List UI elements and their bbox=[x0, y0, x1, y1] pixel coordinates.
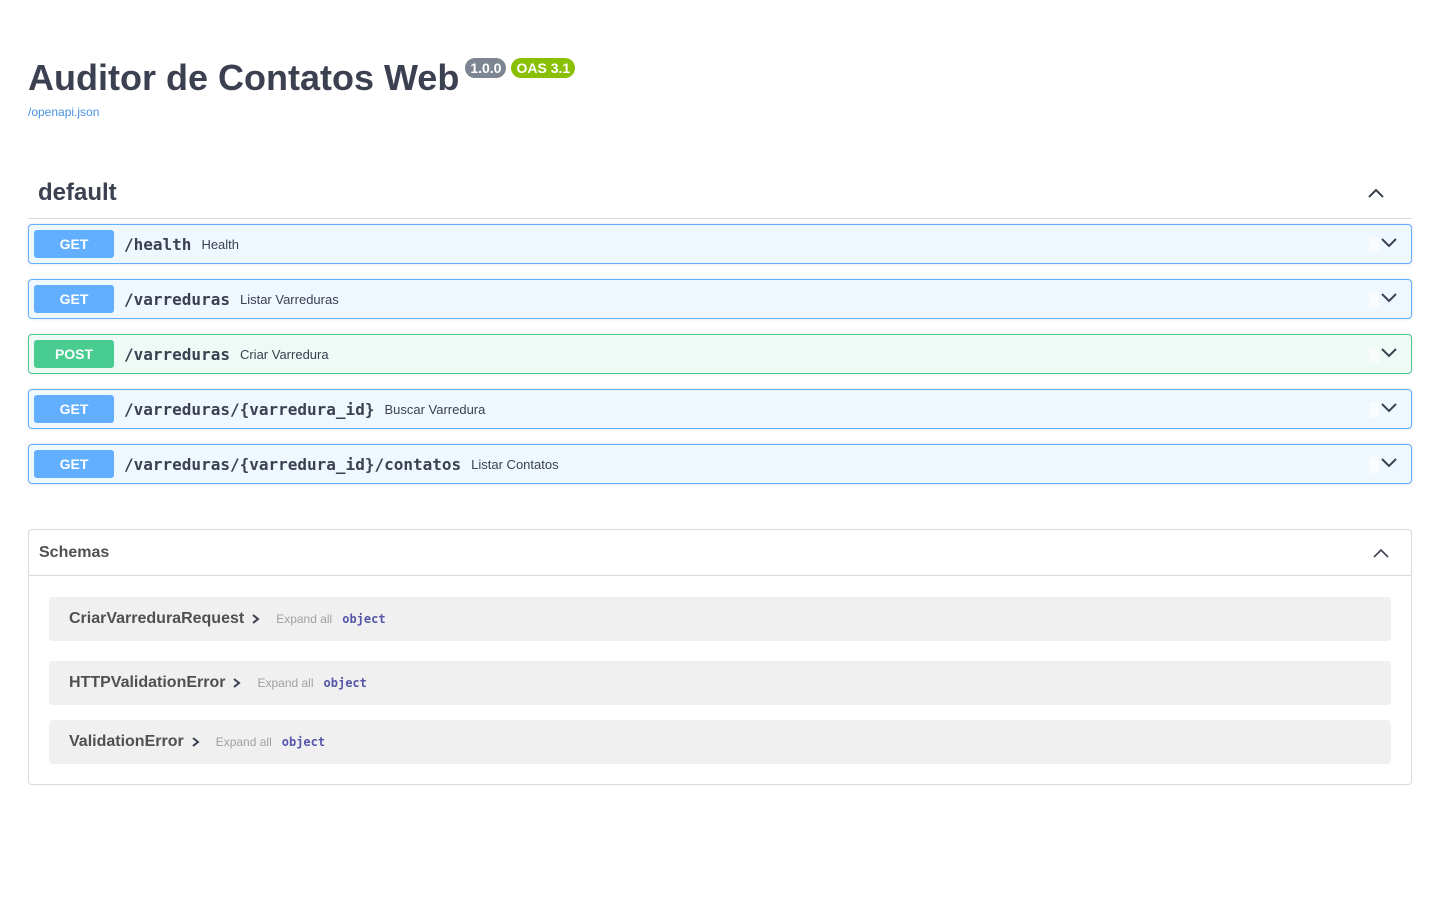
operation-summary: Listar Contatos bbox=[471, 456, 559, 472]
schemas-header[interactable]: Schemas bbox=[29, 530, 1411, 576]
operation-path: /varreduras/{varredura_id}/contatos bbox=[124, 454, 462, 474]
model-http-validation-error[interactable]: HTTPValidationError Expand all object bbox=[49, 661, 1391, 705]
model-validation-error[interactable]: ValidationError Expand all object bbox=[49, 720, 1391, 764]
oas-badge: OAS 3.1 bbox=[511, 58, 576, 78]
chevron-down-icon[interactable] bbox=[1379, 288, 1399, 308]
model-criar-varredura-request[interactable]: CriarVarreduraRequest Expand all object bbox=[49, 597, 1391, 641]
method-badge: GET bbox=[34, 450, 114, 478]
schemas-section: Schemas CriarVarreduraRequest Expand all… bbox=[28, 529, 1412, 785]
operation-get-health[interactable]: GET /health Health bbox=[28, 224, 1412, 264]
version-badge: 1.0.0 bbox=[465, 58, 507, 78]
schemas-title: Schemas bbox=[39, 543, 110, 561]
expand-all-button[interactable]: Expand all bbox=[276, 612, 332, 626]
chevron-up-icon[interactable] bbox=[1366, 183, 1386, 203]
operation-get-contatos[interactable]: GET /varreduras/{varredura_id}/contatos … bbox=[28, 444, 1412, 484]
copy-area bbox=[1369, 457, 1379, 473]
chevron-right-icon[interactable] bbox=[250, 613, 262, 625]
method-badge: GET bbox=[34, 395, 114, 423]
api-info: Auditor de Contatos Web 1.0.0 OAS 3.1 /o… bbox=[28, 56, 576, 119]
copy-area bbox=[1369, 402, 1379, 418]
openapi-json-link[interactable]: /openapi.json bbox=[28, 105, 575, 119]
expand-all-button[interactable]: Expand all bbox=[216, 735, 272, 749]
model-type: object bbox=[342, 612, 386, 626]
expand-all-button[interactable]: Expand all bbox=[257, 676, 313, 690]
chevron-down-icon[interactable] bbox=[1379, 233, 1399, 253]
copy-area bbox=[1369, 347, 1379, 363]
model-name[interactable]: CriarVarreduraRequest bbox=[69, 610, 244, 628]
tag-title: default bbox=[38, 179, 117, 206]
chevron-down-icon[interactable] bbox=[1379, 343, 1399, 363]
operation-get-varredura-by-id[interactable]: GET /varreduras/{varredura_id} Buscar Va… bbox=[28, 389, 1412, 429]
copy-area bbox=[1369, 237, 1379, 253]
operation-path: /varreduras bbox=[124, 344, 230, 364]
copy-area bbox=[1369, 292, 1379, 308]
chevron-up-icon[interactable] bbox=[1371, 543, 1391, 563]
operation-path: /varreduras bbox=[124, 289, 230, 309]
method-badge: GET bbox=[34, 230, 114, 258]
operation-summary: Buscar Varredura bbox=[384, 401, 486, 417]
chevron-right-icon[interactable] bbox=[231, 677, 243, 689]
model-name[interactable]: HTTPValidationError bbox=[69, 674, 225, 692]
title-row: Auditor de Contatos Web 1.0.0 OAS 3.1 bbox=[28, 56, 576, 100]
method-badge: GET bbox=[34, 285, 114, 313]
model-type: object bbox=[281, 735, 326, 749]
tag-default-header[interactable]: default bbox=[28, 168, 1412, 219]
operation-path: /health bbox=[124, 234, 192, 254]
model-type: object bbox=[323, 676, 367, 690]
operation-summary: Health bbox=[201, 236, 240, 252]
api-title: Auditor de Contatos Web bbox=[28, 57, 460, 98]
chevron-down-icon[interactable] bbox=[1379, 453, 1399, 473]
operation-summary: Criar Varredura bbox=[239, 346, 329, 362]
chevron-down-icon[interactable] bbox=[1379, 398, 1399, 418]
method-badge: POST bbox=[34, 340, 114, 368]
operation-path: /varreduras/{varredura_id} bbox=[124, 399, 375, 419]
chevron-right-icon[interactable] bbox=[190, 736, 202, 748]
operation-summary: Listar Varreduras bbox=[239, 291, 339, 307]
operation-get-varreduras[interactable]: GET /varreduras Listar Varreduras bbox=[28, 279, 1412, 319]
model-name[interactable]: ValidationError bbox=[69, 733, 184, 751]
operation-post-varreduras[interactable]: POST /varreduras Criar Varredura bbox=[28, 334, 1412, 374]
